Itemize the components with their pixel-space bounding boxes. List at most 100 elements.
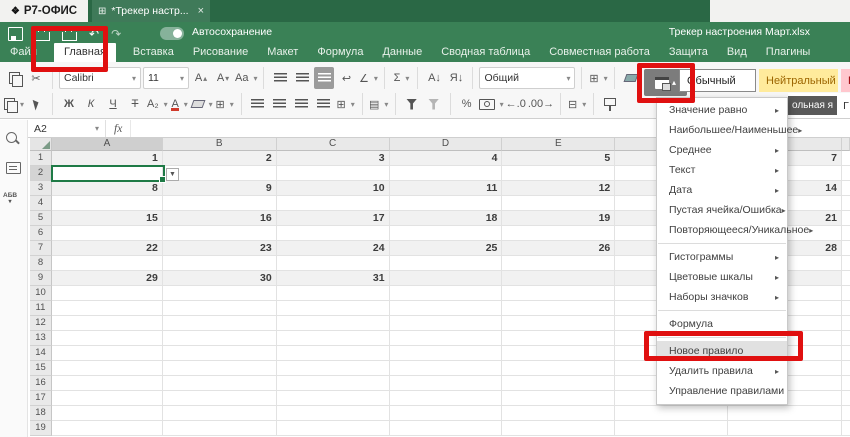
row-header-7[interactable]: 7 [30,241,52,256]
cell-C8[interactable] [277,256,390,271]
cell-D7[interactable]: 25 [390,241,503,256]
search-icon[interactable] [6,132,17,143]
sort-ascending-button[interactable]: А↓ [424,67,444,89]
font-size-select[interactable]: 11▾ [143,67,189,89]
fx-icon[interactable]: fx [106,120,131,137]
app-brand[interactable]: ❖ Р7-ОФИС [0,0,88,22]
column-header-D[interactable]: D [390,138,503,151]
cell-C19[interactable] [277,421,390,436]
cell-C3[interactable]: 10 [277,181,390,196]
cell-C10[interactable] [277,286,390,301]
document-tab[interactable]: ⊞ *Трекер настр... × [92,0,210,22]
tab-Рисование[interactable]: Рисование [191,44,250,62]
cell-D18[interactable] [390,406,503,421]
row-header-9[interactable]: 9 [30,271,52,286]
column-header-A[interactable]: A [52,138,163,151]
cell-E11[interactable] [502,301,615,316]
cell-B15[interactable] [163,361,277,376]
orientation-button[interactable]: ∠▾ [358,67,378,89]
select-button[interactable] [26,93,46,115]
cell-E2[interactable] [502,166,615,181]
row-header-17[interactable]: 17 [30,391,52,406]
cell-B5[interactable]: 16 [163,211,277,226]
cell-D5[interactable]: 18 [390,211,503,226]
cell-B19[interactable] [163,421,277,436]
tab-Совместная работа[interactable]: Совместная работа [547,44,652,62]
fill-color-button[interactable]: ▾ [192,93,213,115]
cell-E6[interactable] [502,226,615,241]
cell-A6[interactable] [52,226,163,241]
selected-cell-outline[interactable] [51,165,165,182]
cell-style-custom[interactable]: ольная я [788,96,837,115]
row-header-14[interactable]: 14 [30,346,52,361]
cell-E1[interactable]: 5 [502,151,615,166]
menu-item-Наборы значков[interactable]: Наборы значков▸ [657,287,787,307]
menu-item-Удалить правила[interactable]: Удалить правила▸ [657,361,787,381]
cell-D13[interactable] [390,331,503,346]
insert-cells-button[interactable]: ⊞▾ [588,67,608,89]
menu-item-Среднее[interactable]: Среднее▸ [657,140,787,160]
fill-handle[interactable] [159,176,166,183]
font-color-button[interactable]: A▾ [170,93,190,115]
cell-C18[interactable] [277,406,390,421]
menu-item-Гистограммы[interactable]: Гистограммы▸ [657,247,787,267]
cell-D16[interactable] [390,376,503,391]
borders-button[interactable]: ⊞▾ [215,93,235,115]
cell-A4[interactable] [52,196,163,211]
cell-B14[interactable] [163,346,277,361]
cell-B13[interactable] [163,331,277,346]
cell-C9[interactable]: 31 [277,271,390,286]
save-icon[interactable] [8,27,23,41]
cell-A16[interactable] [52,376,163,391]
column-header-B[interactable]: B [163,138,277,151]
cell-B8[interactable] [163,256,277,271]
cell-F18[interactable] [615,406,728,421]
cell-B16[interactable] [163,376,277,391]
cell-A10[interactable] [52,286,163,301]
cell-E15[interactable] [502,361,615,376]
column-header-C[interactable]: C [277,138,390,151]
cell-D9[interactable] [390,271,503,286]
align-justify-button[interactable] [314,93,334,115]
tab-Плагины[interactable]: Плагины [764,44,813,62]
menu-item-Текст[interactable]: Текст▸ [657,160,787,180]
cell-A14[interactable] [52,346,163,361]
tab-Защита[interactable]: Защита [667,44,710,62]
cell-A15[interactable] [52,361,163,376]
cell-C4[interactable] [277,196,390,211]
strikethrough-button[interactable]: Т [125,93,145,115]
delete-cells-button[interactable]: ⊟▾ [567,93,587,115]
cell-style-neutral[interactable]: Нейтральный [759,69,838,92]
name-box[interactable]: A2 ▾ [28,120,106,137]
merge-cells-button[interactable]: ⊞▾ [336,93,356,115]
cell-D10[interactable] [390,286,503,301]
cell-E4[interactable] [502,196,615,211]
underline-button[interactable]: Ч [103,93,123,115]
menu-item-Повторяющееся/Уникальное[interactable]: Повторяющееся/Уникальное▸ [657,220,787,240]
cell-C5[interactable]: 17 [277,211,390,226]
row-header-4[interactable]: 4 [30,196,52,211]
cell-style-partial[interactable]: Г [843,100,849,112]
spellcheck-icon[interactable]: АБВ [3,192,17,205]
menu-item-Цветовые шкалы[interactable]: Цветовые шкалы▸ [657,267,787,287]
cell-A18[interactable] [52,406,163,421]
paste-button[interactable]: ▾ [4,93,24,115]
align-left-button[interactable] [248,93,268,115]
cell-A9[interactable]: 29 [52,271,163,286]
row-header-19[interactable]: 19 [30,421,52,436]
cell-D6[interactable] [390,226,503,241]
cell-C15[interactable] [277,361,390,376]
tab-Данные[interactable]: Данные [380,44,424,62]
cell-A5[interactable]: 15 [52,211,163,226]
tab-Вид[interactable]: Вид [725,44,749,62]
row-header-13[interactable]: 13 [30,331,52,346]
cell-B11[interactable] [163,301,277,316]
cell-D4[interactable] [390,196,503,211]
format-painter-button[interactable] [600,93,620,115]
menu-item-Дата[interactable]: Дата▸ [657,180,787,200]
currency-style-button[interactable]: ▾ [479,93,504,115]
cell-C2[interactable] [277,166,390,181]
cell-D2[interactable] [390,166,503,181]
cell-A8[interactable] [52,256,163,271]
cell-E10[interactable] [502,286,615,301]
